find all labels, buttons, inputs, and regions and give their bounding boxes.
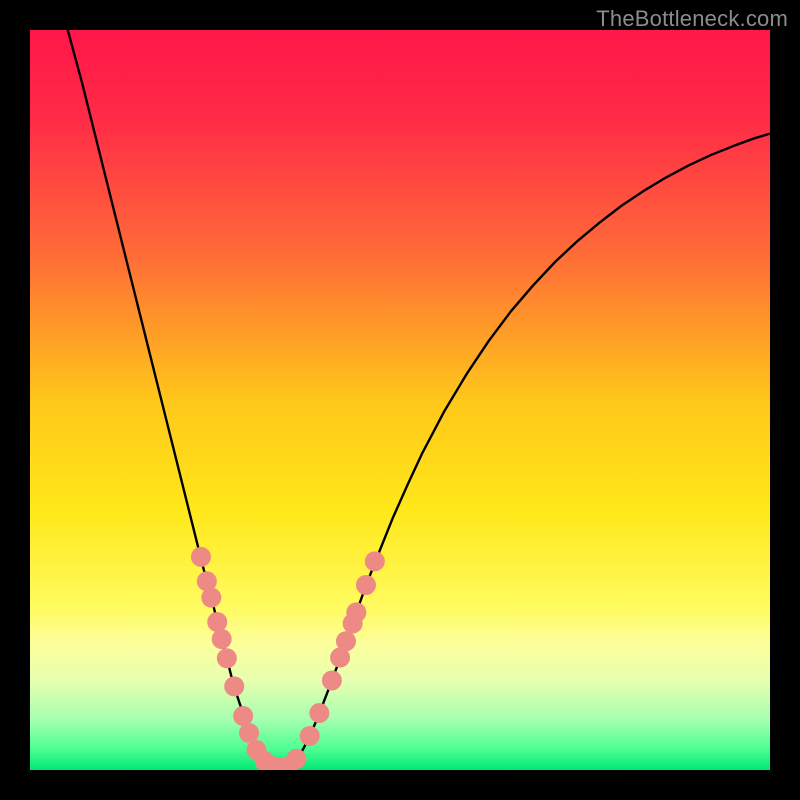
chart-frame: TheBottleneck.com xyxy=(0,0,800,800)
data-dot xyxy=(365,551,385,571)
data-dot xyxy=(239,723,259,743)
data-dot xyxy=(191,547,211,567)
plot-area xyxy=(30,30,770,770)
data-dot xyxy=(207,612,227,632)
gradient-background xyxy=(30,30,770,770)
data-dot xyxy=(346,602,366,622)
data-dot xyxy=(233,706,253,726)
data-dot xyxy=(217,648,237,668)
data-dot xyxy=(212,629,232,649)
data-dot xyxy=(356,575,376,595)
data-dot xyxy=(286,749,306,769)
watermark-text: TheBottleneck.com xyxy=(596,6,788,32)
data-dot xyxy=(336,631,356,651)
data-dot xyxy=(201,588,221,608)
data-dot xyxy=(322,670,342,690)
data-dot xyxy=(224,676,244,696)
chart-svg xyxy=(30,30,770,770)
data-dot xyxy=(309,703,329,723)
data-dot xyxy=(300,726,320,746)
